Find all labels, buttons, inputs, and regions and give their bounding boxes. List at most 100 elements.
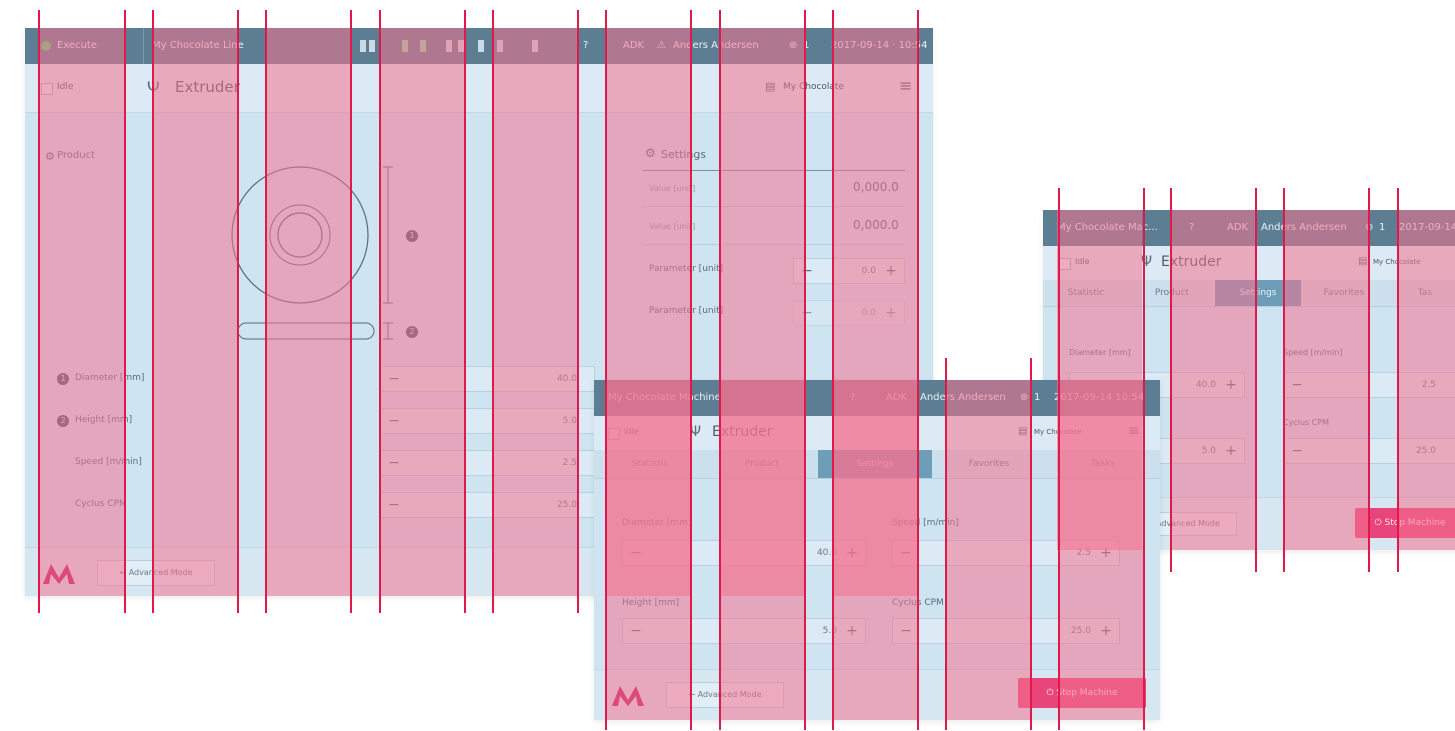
recipe-name[interactable]: My Chocolate <box>1034 428 1081 436</box>
minus-button[interactable]: − <box>623 619 649 643</box>
hamburger-icon[interactable]: ≡ <box>899 76 912 95</box>
alert-icon[interactable]: ⊕ <box>1365 210 1373 246</box>
user-name[interactable]: Anders Andersen <box>920 380 1006 416</box>
sub-bar: Idle Ψ Extruder ▤ My Chocolate <box>1043 246 1455 281</box>
param-label: Cyclus CPM <box>75 499 127 509</box>
alert-icon[interactable]: ⊕ <box>789 28 797 64</box>
user-name[interactable]: Anders Andersen <box>1261 210 1347 246</box>
minus-button[interactable]: − <box>1284 373 1310 397</box>
tab-favorites[interactable]: Favorites <box>1301 280 1387 306</box>
line-name[interactable]: My Chocolate Line <box>143 28 244 64</box>
field-label: Cyclus CPM <box>1283 418 1330 427</box>
language-selector[interactable]: ADK <box>1227 210 1248 246</box>
stepper-value[interactable]: 25.0 <box>1310 439 1436 463</box>
tab-tasks[interactable]: Tas <box>1387 280 1455 306</box>
top-bar: My Chocolate Machine ? ADK Anders Anders… <box>594 380 1160 416</box>
module-title: Extruder <box>712 424 773 440</box>
help-icon[interactable]: ? <box>1189 210 1194 246</box>
advanced-mode-label: Advanced Mode <box>128 568 193 577</box>
tab-favorites[interactable]: Favorites <box>932 450 1046 478</box>
minus-button[interactable]: − <box>893 619 919 643</box>
module-title: Extruder <box>1161 254 1222 270</box>
stepper-value[interactable]: 40.0 <box>407 367 577 391</box>
minus-button[interactable]: − <box>794 259 820 283</box>
product-icon: ⚙ <box>45 150 55 163</box>
extruder-icon: Ψ <box>690 424 702 440</box>
plus-button[interactable]: + <box>1093 619 1119 643</box>
idle-checkbox[interactable] <box>41 83 53 95</box>
alert-icon[interactable]: ⊕ <box>1020 380 1028 416</box>
tab-settings[interactable]: Settings <box>1215 280 1301 306</box>
machine-status-icons[interactable] <box>360 38 540 54</box>
extruder-icon: Ψ <box>147 78 160 97</box>
minus-button[interactable]: − <box>1284 439 1310 463</box>
recipe-icon: ▤ <box>1018 426 1028 437</box>
alert-count: 1 <box>803 40 810 51</box>
plus-button[interactable]: + <box>878 301 904 325</box>
tab-statistic[interactable]: Statistic <box>594 450 706 478</box>
advanced-mode-button[interactable]: ← Advanced Mode <box>97 560 215 586</box>
plus-button[interactable]: + <box>839 619 865 643</box>
param-label: Height [mm] <box>75 415 133 425</box>
field-label: Diameter [mm] <box>622 518 692 528</box>
status-text: Execute <box>57 40 97 51</box>
minus-button[interactable]: − <box>381 367 407 391</box>
stepper-value[interactable]: 2.5 <box>1310 373 1436 397</box>
tab-settings[interactable]: Settings <box>818 450 932 478</box>
tab-product[interactable]: Product <box>706 450 818 478</box>
recipe-name[interactable]: My Chocolate <box>1373 258 1420 266</box>
help-icon[interactable]: ? <box>583 28 588 64</box>
plus-button[interactable]: + <box>1218 439 1244 463</box>
field-stepper: − 25.0 <box>1283 438 1455 464</box>
settings-divider <box>643 206 905 207</box>
stepper-value[interactable]: 2.5 <box>407 451 577 475</box>
recipe-name[interactable]: My Chocolate <box>783 82 844 92</box>
settings-row-label: Value [unit] <box>649 184 696 193</box>
plus-button[interactable]: + <box>839 541 865 565</box>
minus-button[interactable]: − <box>381 493 407 517</box>
stepper-value[interactable]: 0.0 <box>820 259 876 283</box>
minus-button[interactable]: − <box>381 409 407 433</box>
stepper-value[interactable]: 25.0 <box>407 493 577 517</box>
stop-machine-button[interactable]: ⏻ Stop Machine <box>1018 678 1146 708</box>
minus-button[interactable]: − <box>794 301 820 325</box>
stepper-value[interactable]: 5.0 <box>649 619 837 643</box>
language-selector[interactable]: ADK <box>886 380 907 416</box>
machine-name[interactable]: My Chocolate Mac... <box>1057 210 1158 246</box>
idle-label: Idle <box>1075 257 1090 266</box>
settings-row-value: 0,000.0 <box>853 180 899 194</box>
hamburger-icon[interactable]: ≡ <box>1128 423 1140 439</box>
stepper-value[interactable]: 2.5 <box>919 541 1091 565</box>
field-label: Height [mm] <box>622 598 680 608</box>
minus-button[interactable]: − <box>381 451 407 475</box>
tab-tasks[interactable]: Tasks <box>1046 450 1160 478</box>
stepper-value[interactable]: 5.0 <box>407 409 577 433</box>
stepper-value[interactable]: 40.0 <box>649 541 837 565</box>
field-stepper: − 5.0 + <box>622 618 866 644</box>
stop-machine-button[interactable]: ⏻ Stop Machine <box>1355 508 1455 538</box>
idle-checkbox[interactable] <box>608 428 620 440</box>
language-selector[interactable]: ADK <box>623 28 644 64</box>
idle-label: Idle <box>57 82 74 92</box>
minus-button[interactable]: − <box>623 541 649 565</box>
arrow-left-icon: ← <box>688 690 698 699</box>
settings-title: Settings <box>661 148 707 161</box>
plus-button[interactable]: + <box>1093 541 1119 565</box>
top-bar: Execute My Chocolate Line ? ADK ⚠ Anders… <box>25 28 933 64</box>
idle-checkbox[interactable] <box>1059 258 1071 270</box>
advanced-mode-button[interactable]: ← Advanced Mode <box>666 682 784 708</box>
help-icon[interactable]: ? <box>850 380 855 416</box>
stepper-value[interactable]: 25.0 <box>919 619 1091 643</box>
user-name[interactable]: Anders Andersen <box>673 28 759 64</box>
top-bar: My Chocolate Mac... ? ADK Anders Anderse… <box>1043 210 1455 246</box>
param-stepper: − 2.5 <box>380 450 595 476</box>
settings-divider <box>643 244 905 245</box>
plus-button[interactable]: + <box>1218 373 1244 397</box>
tab-statistic[interactable]: Statistic <box>1043 280 1129 306</box>
minus-button[interactable]: − <box>893 541 919 565</box>
tab-product[interactable]: Product <box>1129 280 1215 306</box>
stepper-value[interactable]: 0.0 <box>820 301 876 325</box>
badge-diameter-icon: 1 <box>406 230 418 242</box>
plus-button[interactable]: + <box>878 259 904 283</box>
machine-name[interactable]: My Chocolate Machine <box>608 380 721 416</box>
